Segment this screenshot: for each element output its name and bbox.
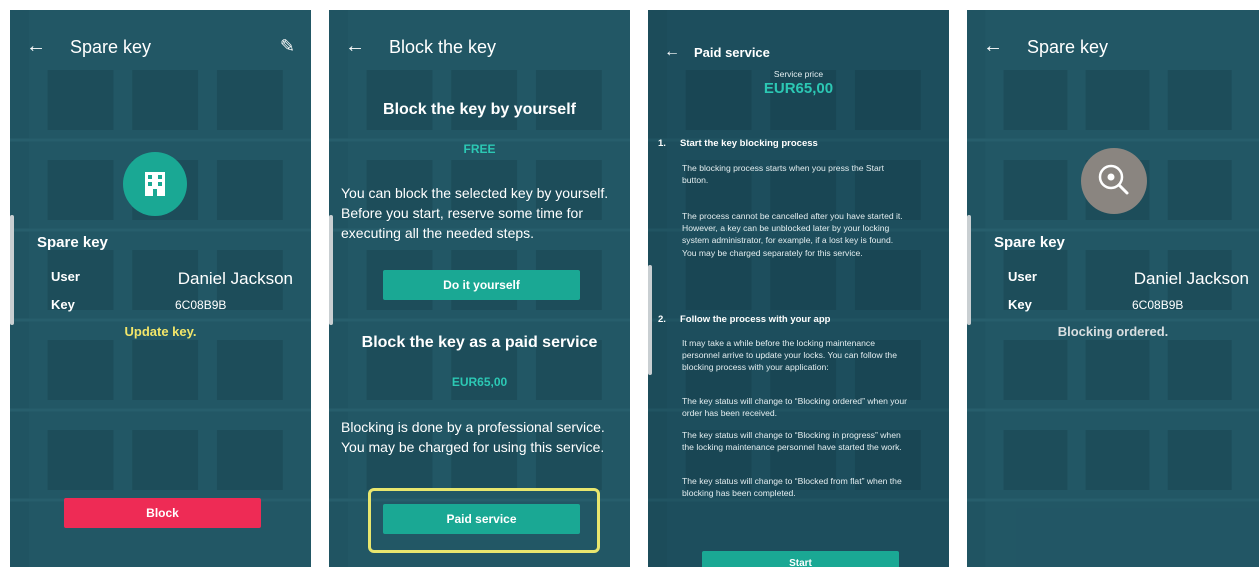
section-title: Spare key bbox=[37, 234, 108, 251]
paid-block-price: EUR65,00 bbox=[451, 375, 508, 389]
page-title: Spare key bbox=[70, 37, 152, 57]
step-1-number: 1. bbox=[658, 138, 666, 149]
status-text: Blocking ordered. bbox=[1057, 324, 1169, 339]
step-2-number: 2. bbox=[658, 314, 666, 325]
self-block-description: You can block the selected key by yourse… bbox=[341, 185, 609, 241]
do-it-yourself-button[interactable]: Do it yourself bbox=[383, 270, 580, 300]
arrow-left-icon[interactable]: ← bbox=[26, 36, 46, 56]
drawer-handle[interactable] bbox=[648, 265, 652, 375]
section-title: Spare key bbox=[994, 234, 1065, 251]
service-price-label: Service price bbox=[773, 69, 824, 79]
user-label: User bbox=[51, 269, 80, 284]
arrow-left-icon[interactable]: ← bbox=[983, 36, 1003, 56]
step-1-title: Start the key blocking process bbox=[680, 138, 818, 149]
app-bar: ← Paid service bbox=[648, 38, 949, 68]
step-1-paragraph-1: The blocking process starts when you pre… bbox=[682, 163, 885, 186]
drawer-handle[interactable] bbox=[967, 215, 971, 325]
step-2-paragraph-2: The key status will change to “Blocking … bbox=[682, 396, 907, 419]
step-2-title: Follow the process with your app bbox=[680, 314, 831, 325]
block-button[interactable]: Block bbox=[64, 498, 261, 528]
drawer-handle[interactable] bbox=[10, 215, 14, 325]
paid-block-description: Blocking is done by a professional servi… bbox=[341, 419, 605, 455]
screen-paid-service: ← Paid service Service price EUR65,00 1.… bbox=[648, 10, 949, 567]
page-title: Block the key bbox=[389, 37, 497, 57]
user-value: Daniel Jackson bbox=[1133, 269, 1249, 288]
step-2-paragraph-1: It may take a while before the locking m… bbox=[682, 338, 897, 373]
page-title: Spare key bbox=[1027, 37, 1109, 57]
step-1-heading: 1. Start the key blocking process bbox=[658, 138, 818, 149]
arrow-left-icon[interactable]: ← bbox=[345, 36, 365, 56]
key-label: Key bbox=[51, 297, 75, 312]
screen-block-the-key: ← Block the key Block the key by yoursel… bbox=[329, 10, 630, 567]
paid-service-button[interactable]: Paid service bbox=[383, 504, 580, 534]
step-2-paragraph-3: The key status will change to “Blocking … bbox=[682, 430, 902, 453]
self-block-heading: Block the key by yourself bbox=[383, 101, 576, 118]
service-price-value: EUR65,00 bbox=[763, 80, 834, 97]
screen-spare-key: ← Spare key ✎ Spare key User Daniel Jack… bbox=[10, 10, 311, 567]
drawer-handle[interactable] bbox=[329, 215, 333, 325]
screen-spare-key-blocking: ← Spare key Spare key User Daniel Jackso… bbox=[967, 10, 1259, 567]
key-label: Key bbox=[1008, 297, 1032, 312]
start-button[interactable]: Start bbox=[702, 551, 899, 567]
user-label: User bbox=[1008, 269, 1037, 284]
page-title: Paid service bbox=[694, 45, 770, 60]
key-value: 6C08B9B bbox=[175, 298, 227, 312]
self-block-price: FREE bbox=[463, 142, 496, 156]
step-2-paragraph-4: The key status will change to “Blocked f… bbox=[682, 476, 902, 499]
app-bar: ← Block the key bbox=[329, 32, 630, 62]
app-bar: ← Spare key ✎ bbox=[10, 32, 311, 62]
key-search-icon bbox=[1081, 148, 1147, 214]
step-2-heading: 2. Follow the process with your app bbox=[658, 314, 830, 325]
paid-block-heading: Block the key as a paid service bbox=[361, 334, 598, 351]
pencil-icon[interactable]: ✎ bbox=[280, 36, 295, 57]
app-bar: ← Spare key bbox=[967, 32, 1259, 62]
key-value: 6C08B9B bbox=[1132, 298, 1184, 312]
step-1-paragraph-2: The process cannot be cancelled after yo… bbox=[682, 211, 903, 258]
building-icon bbox=[123, 152, 187, 216]
status-text: Update key. bbox=[124, 324, 197, 339]
user-value: Daniel Jackson bbox=[177, 269, 293, 288]
arrow-left-icon[interactable]: ← bbox=[664, 42, 680, 62]
